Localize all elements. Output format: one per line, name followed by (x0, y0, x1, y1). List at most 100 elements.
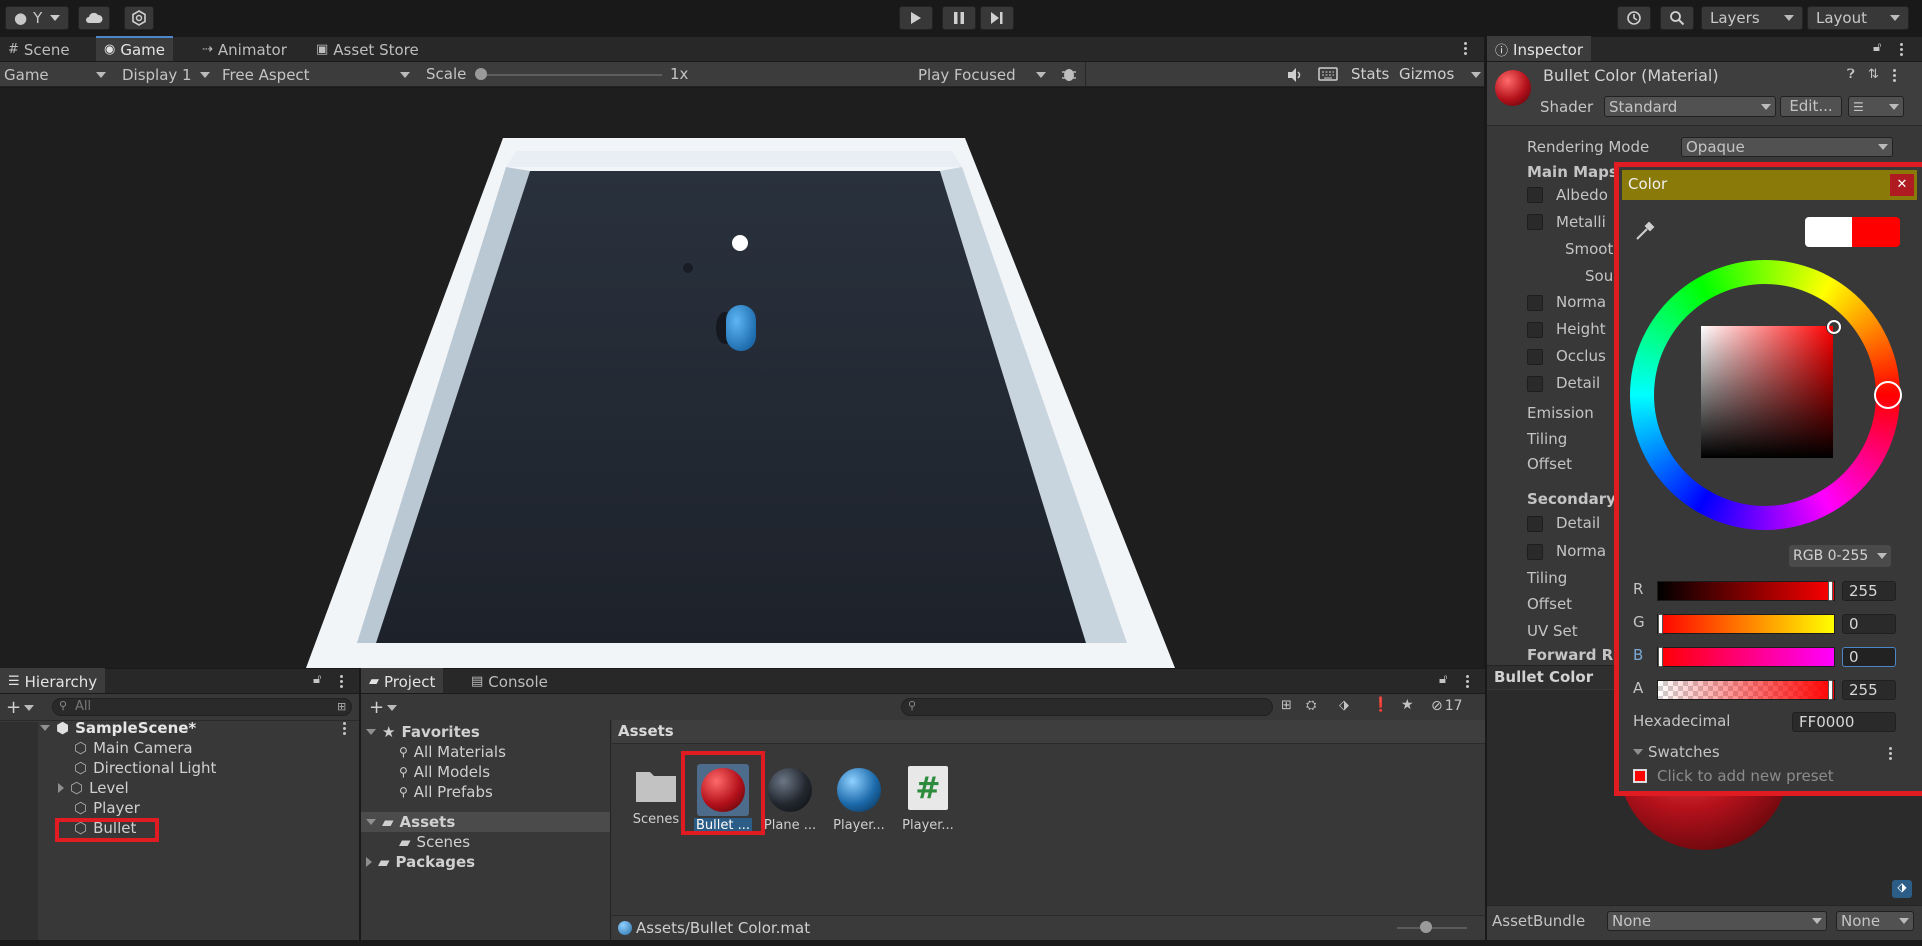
play-focused-dropdown[interactable]: Play Focused (914, 64, 1050, 85)
assetbundle-variant-dropdown[interactable]: None (1836, 911, 1914, 931)
hidden-packages-toggle[interactable]: ⊘ 17 (1431, 698, 1463, 714)
help-icon[interactable]: ❓︎ (1847, 67, 1855, 82)
asset-item-player-material[interactable]: Player... (828, 764, 890, 839)
shader-dropdown[interactable]: Standard (1604, 96, 1776, 117)
layers-dropdown[interactable]: Layers (1701, 6, 1803, 30)
tab-game[interactable]: ◉ Game (96, 36, 173, 61)
color-picker-titlebar[interactable]: Color ✕ (1622, 170, 1917, 200)
account-button[interactable]: ● Y (5, 6, 69, 30)
normal-map-slot[interactable] (1527, 295, 1543, 311)
edit-shader-button[interactable]: Edit... (1780, 96, 1842, 117)
icon-size-slider-handle[interactable] (1420, 921, 1432, 933)
expand-arrow-icon[interactable] (40, 725, 50, 731)
scene-menu-kebab-icon[interactable] (343, 722, 347, 735)
collab-button[interactable] (124, 6, 154, 30)
detail-mask-slot[interactable] (1527, 376, 1543, 392)
close-icon[interactable]: ✕ (1890, 174, 1914, 196)
blue-slider[interactable] (1657, 647, 1835, 667)
swatches-menu-kebab-icon[interactable] (1889, 747, 1893, 760)
bug-icon[interactable] (1060, 65, 1078, 83)
red-slider-handle[interactable] (1828, 581, 1833, 601)
search-filter-icon[interactable]: ⊞ (1281, 698, 1292, 713)
favorite-all-models[interactable]: ⚲ All Models (399, 762, 490, 782)
hue-wheel[interactable] (1630, 260, 1902, 530)
assetbundle-dropdown[interactable]: None (1607, 911, 1827, 931)
stats-button[interactable]: Stats (1351, 65, 1389, 83)
hue-picker-handle[interactable] (1874, 381, 1902, 409)
expand-arrow-icon[interactable] (366, 819, 376, 825)
play-button[interactable] (899, 6, 933, 30)
panel-menu-kebab-icon[interactable] (1900, 43, 1904, 56)
cloud-button[interactable] (78, 6, 110, 30)
hierarchy-item-player[interactable]: ⬡ Player (74, 798, 140, 818)
layout-dropdown[interactable]: Layout (1807, 6, 1909, 30)
green-slider[interactable] (1657, 614, 1835, 634)
hierarchy-item-level[interactable]: ⬡ Level (58, 778, 129, 798)
favorite-all-materials[interactable]: ⚲ All Materials (399, 742, 506, 762)
component-menu-kebab-icon[interactable] (1893, 69, 1897, 82)
pause-button[interactable] (942, 6, 976, 30)
filter-by-type-icon[interactable]: ⛭ (1306, 698, 1316, 713)
panel-menu-kebab-icon[interactable] (1466, 675, 1470, 688)
rendering-mode-dropdown[interactable]: Opaque (1681, 137, 1893, 157)
label-tag-icon[interactable]: ⬗ (1892, 880, 1912, 898)
blue-value-field[interactable]: 0 (1842, 647, 1896, 667)
assets-folder-row[interactable]: ▰ Assets (366, 812, 455, 832)
create-asset-button[interactable]: + (369, 697, 399, 718)
star-icon[interactable]: ★ (1401, 697, 1414, 713)
tab-project[interactable]: ▰ Project (361, 668, 444, 693)
game-viewport[interactable] (0, 88, 1484, 668)
audio-icon[interactable] (1286, 66, 1304, 84)
alpha-slider-handle[interactable] (1828, 680, 1833, 700)
tab-animator[interactable]: ⇢ Animator (194, 37, 295, 62)
alpha-slider[interactable] (1657, 680, 1835, 700)
favorite-all-prefabs[interactable]: ⚲ All Prefabs (399, 782, 493, 802)
red-value-field[interactable]: 255 (1842, 581, 1896, 601)
blue-slider-handle[interactable] (1658, 647, 1663, 667)
icon-size-slider-track[interactable] (1397, 927, 1467, 929)
asset-item-scenes[interactable]: Scenes (631, 764, 681, 839)
current-color-swatch[interactable] (1633, 769, 1647, 783)
green-slider-handle[interactable] (1658, 614, 1663, 634)
hierarchy-item-directional-light[interactable]: ⬡ Directional Light (74, 758, 216, 778)
breadcrumb[interactable]: Assets (618, 722, 674, 740)
red-slider[interactable] (1657, 581, 1835, 601)
tab-scene[interactable]: # Scene (0, 37, 78, 62)
height-map-slot[interactable] (1527, 322, 1543, 338)
search-button[interactable] (1660, 6, 1694, 30)
lock-icon[interactable]: 🔓︎ (1873, 40, 1881, 55)
albedo-texture-slot[interactable] (1527, 187, 1543, 203)
detail-albedo-slot[interactable] (1527, 516, 1543, 532)
keyboard-icon[interactable] (1318, 66, 1338, 82)
asset-item-player-script[interactable]: # Player... (899, 764, 957, 839)
metallic-texture-slot[interactable] (1527, 214, 1543, 230)
green-value-field[interactable]: 0 (1842, 614, 1896, 634)
tab-inspector[interactable]: ⓘ Inspector (1487, 36, 1591, 61)
label-tag-icon[interactable]: ⬗ (1339, 698, 1349, 713)
occlusion-slot[interactable] (1527, 349, 1543, 365)
scale-slider-track[interactable] (478, 74, 662, 76)
tab-menu-kebab-icon[interactable] (1464, 42, 1468, 55)
detail-normal-slot[interactable] (1527, 544, 1543, 560)
create-button[interactable]: + (6, 697, 36, 718)
tab-asset-store[interactable]: ▣ Asset Store (308, 37, 427, 62)
preset-icon[interactable]: ⇅ (1868, 67, 1879, 82)
panel-menu-kebab-icon[interactable] (340, 675, 344, 688)
scenes-folder-row[interactable]: ▰ Scenes (399, 832, 470, 852)
lock-icon[interactable]: 🔓︎ (1439, 672, 1447, 687)
saturation-value-square[interactable] (1701, 326, 1833, 458)
gizmos-chevron-down-icon[interactable] (1471, 72, 1481, 78)
swatches-foldout[interactable]: Swatches (1633, 743, 1720, 761)
hierarchy-item-main-camera[interactable]: ⬡ Main Camera (74, 738, 193, 758)
aspect-dropdown[interactable]: Free Aspect (218, 64, 414, 85)
tab-console[interactable]: ▤ Console (463, 669, 556, 694)
lock-icon[interactable]: 🔓︎ (313, 672, 321, 687)
eyedropper-icon[interactable] (1633, 219, 1657, 243)
display-dropdown[interactable]: Display 1 (118, 64, 214, 85)
step-button[interactable] (980, 6, 1014, 30)
favorites-row[interactable]: ★ Favorites (366, 722, 480, 742)
sv-picker-handle[interactable] (1827, 320, 1841, 334)
expand-arrow-icon[interactable] (366, 729, 376, 735)
packages-folder-row[interactable]: ▰ Packages (366, 852, 475, 872)
hexadecimal-field[interactable]: FF0000 (1792, 712, 1896, 732)
